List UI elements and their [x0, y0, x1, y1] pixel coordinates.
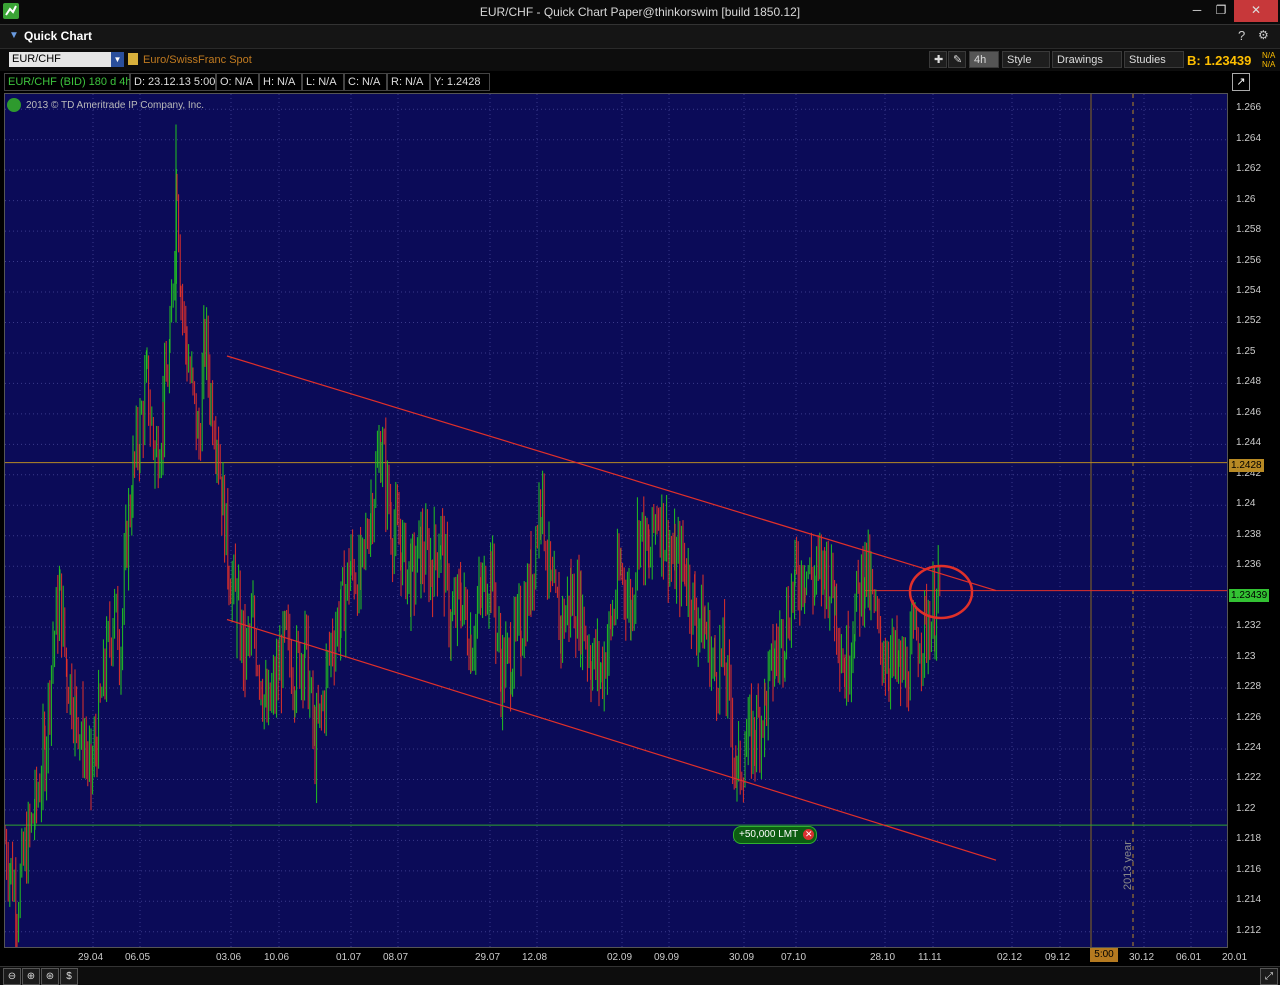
symbol-dropdown-icon[interactable]: ▼: [111, 52, 124, 67]
price-tick-label: 1.264: [1236, 132, 1262, 144]
time-tick-label: 20.01: [1222, 952, 1248, 963]
time-tick-label: 30.12: [1129, 952, 1155, 963]
time-tick-label: 07.10: [781, 952, 807, 963]
time-tick-label: 02.12: [997, 952, 1023, 963]
price-tick-label: 1.252: [1236, 315, 1262, 327]
crosshair-time-label: 5:00: [1090, 948, 1118, 962]
time-tick-label: 12.08: [522, 952, 548, 963]
year-marker-label: 2013 year: [1122, 841, 1134, 890]
symbol-input[interactable]: EUR/CHF: [9, 52, 111, 67]
zoom-in-icon[interactable]: ⊕: [22, 968, 40, 985]
window-title: EUR/CHF - Quick Chart Paper@thinkorswim …: [479, 5, 801, 19]
limit-order-badge[interactable]: +50,000 LMT ✕: [733, 826, 818, 844]
drag-icon[interactable]: ⊛: [41, 968, 59, 985]
price-tick-label: 1.224: [1236, 741, 1262, 753]
price-tick-label: 1.258: [1236, 224, 1262, 236]
dollar-icon[interactable]: $: [60, 968, 78, 985]
y-readout: Y: 1.2428: [430, 73, 490, 91]
time-tick-label: 08.07: [383, 952, 409, 963]
price-tick-label: 1.25: [1236, 345, 1256, 357]
price-tick-label: 1.212: [1236, 924, 1262, 936]
price-tick-label: 1.238: [1236, 528, 1262, 540]
aggregation-button[interactable]: 4h: [969, 51, 999, 68]
order-label: +50,000 LMT: [739, 829, 799, 840]
chart-canvas: [5, 94, 1227, 947]
price-tick-label: 1.246: [1236, 406, 1262, 418]
drawings-button[interactable]: Drawings: [1052, 51, 1122, 68]
price-tick-label: 1.232: [1236, 620, 1262, 632]
price-tick-label: 1.24: [1236, 498, 1256, 510]
price-tick-label: 1.248: [1236, 376, 1262, 388]
window-titlebar: EUR/CHF - Quick Chart Paper@thinkorswim …: [0, 0, 1280, 25]
zoom-out-icon[interactable]: ⊖: [3, 968, 21, 985]
time-tick-label: 03.06: [216, 952, 242, 963]
chart-toolbar: EUR/CHF ▼ Euro/SwissFranc Spot ✚ ✎ 4h St…: [0, 49, 1280, 71]
bottom-toolbar: ⊖ ⊕ ⊛ $ ⤢: [0, 966, 1280, 985]
price-tick-label: 1.26: [1236, 193, 1256, 205]
crosshair-icon[interactable]: ✚: [929, 51, 947, 68]
price-tick-label: 1.244: [1236, 437, 1262, 449]
symbol-description: Euro/SwissFranc Spot: [143, 54, 252, 66]
time-tick-label: 29.07: [475, 952, 501, 963]
time-tick-label: 01.07: [336, 952, 362, 963]
crosshair-price-label: 1.2428: [1229, 459, 1264, 472]
symbol-info-icon[interactable]: [128, 53, 138, 65]
open-readout: O: N/A: [216, 73, 259, 91]
time-axis[interactable]: 29.04 06.05 03.06 10.06 01.07 08.07 29.07 12.08…: [0, 948, 1280, 966]
price-tick-label: 1.222: [1236, 772, 1262, 784]
time-tick-label: 28.10: [870, 952, 896, 963]
price-tick-label: 1.23: [1236, 650, 1256, 662]
price-tick-label: 1.254: [1236, 285, 1262, 297]
time-tick-label: 11.11: [918, 952, 942, 963]
time-tick-label: 29.04: [78, 952, 104, 963]
maximize-button[interactable]: ❐: [1206, 0, 1236, 22]
price-tick-label: 1.216: [1236, 863, 1262, 875]
time-tick-label: 02.09: [607, 952, 633, 963]
time-tick-label: 30.09: [729, 952, 755, 963]
price-tick-label: 1.266: [1236, 102, 1262, 114]
style-button[interactable]: Style: [1002, 51, 1050, 68]
wrench-icon[interactable]: ✎: [948, 51, 966, 68]
price-axis[interactable]: 1.266 1.264 1.262 1.26 1.258 1.256 1.254 1.252 1…: [1228, 93, 1280, 948]
high-readout: H: N/A: [259, 73, 302, 91]
cancel-order-icon[interactable]: ✕: [803, 829, 815, 840]
price-tick-label: 1.236: [1236, 559, 1262, 571]
range-readout: R: N/A: [387, 73, 430, 91]
price-tick-label: 1.226: [1236, 711, 1262, 723]
copyright-text: 2013 © TD Ameritrade IP Company, Inc.: [26, 100, 205, 111]
settings-icon[interactable]: ⚙: [1258, 28, 1269, 42]
na-label-top: N/A: [1262, 51, 1276, 60]
price-tick-label: 1.214: [1236, 894, 1262, 906]
close-button[interactable]: ✕: [1234, 0, 1278, 22]
time-tick-label: 06.01: [1176, 952, 1202, 963]
na-label-bottom: N/A: [1262, 60, 1276, 69]
price-tick-label: 1.228: [1236, 681, 1262, 693]
collapse-arrow-icon[interactable]: ▼: [9, 30, 19, 41]
price-tick-label: 1.256: [1236, 254, 1262, 266]
series-label: EUR/CHF (BID) 180 d 4h: [4, 73, 131, 91]
panel-title: Quick Chart: [24, 29, 93, 43]
panel-header: ▼ Quick Chart ? ⚙: [0, 25, 1280, 49]
time-tick-label: 06.05: [125, 952, 151, 963]
time-tick-label: 09.12: [1045, 952, 1071, 963]
price-chart[interactable]: [4, 93, 1228, 948]
help-icon[interactable]: ?: [1238, 28, 1245, 43]
bid-price: B: 1.23439: [1187, 53, 1252, 68]
study-info-icon[interactable]: [7, 98, 21, 112]
low-readout: L: N/A: [302, 73, 344, 91]
chart-mode-icon[interactable]: ↗: [1232, 73, 1250, 91]
time-tick-label: 09.09: [654, 952, 680, 963]
expand-icon[interactable]: ⤢: [1260, 968, 1278, 985]
price-tick-label: 1.262: [1236, 163, 1262, 175]
price-tick-label: 1.218: [1236, 833, 1262, 845]
last-price-label: 1.23439: [1229, 589, 1270, 602]
close-readout: C: N/A: [344, 73, 387, 91]
date-readout: D: 23.12.13 5:00: [130, 73, 216, 91]
price-tick-label: 1.22: [1236, 802, 1256, 814]
studies-button[interactable]: Studies: [1124, 51, 1184, 68]
trendline-upper: [226, 355, 997, 592]
time-tick-label: 10.06: [264, 952, 290, 963]
